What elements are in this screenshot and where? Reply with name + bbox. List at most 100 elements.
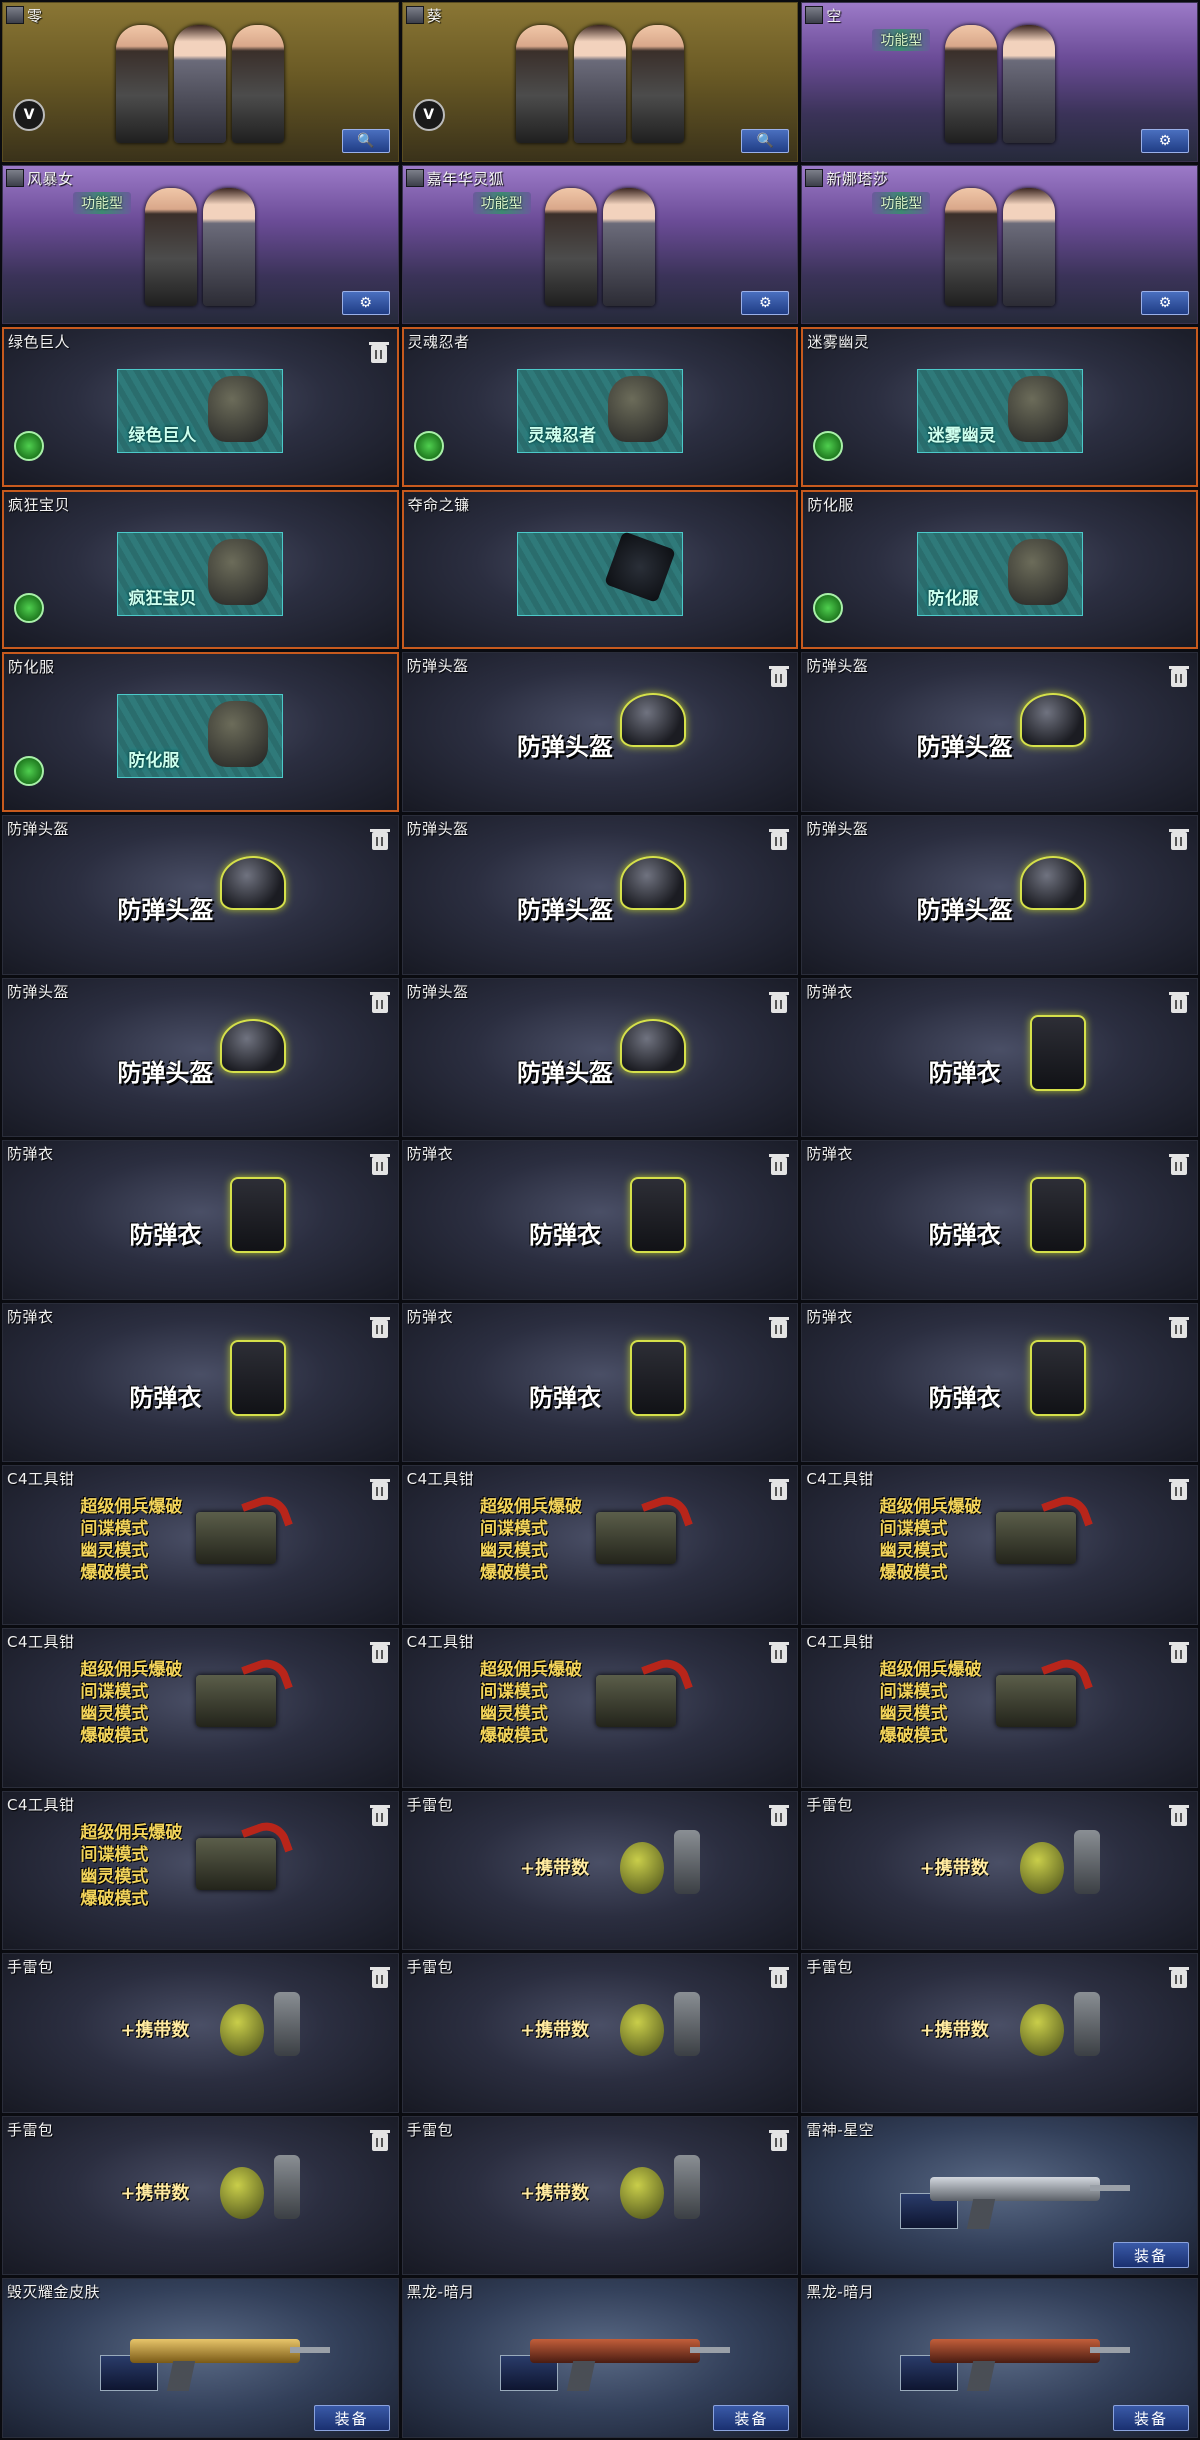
item-card[interactable]: C4工具钳 超级佣兵爆破 间谍模式 幽灵模式 爆破模式 [2,1790,399,1951]
trash-icon[interactable] [769,991,790,1013]
trash-icon[interactable] [769,1154,790,1176]
rank-icon [805,168,824,187]
trash-icon[interactable] [369,1804,390,1826]
search-button[interactable]: 🔍 [741,128,790,153]
trash-icon[interactable] [1168,1804,1189,1826]
rank-icon [405,6,424,24]
item-card[interactable]: 防弹头盔 防弹头盔 [801,815,1198,975]
item-card[interactable]: C4工具钳 超级佣兵爆破 间谍模式 幽灵模式 爆破模式 [401,1465,799,1625]
equip-button[interactable]: 装备 [313,2405,390,2431]
item-card[interactable]: 风暴女 功能型 ⚙ [2,164,399,325]
gear-icon: ⚙ [1158,132,1172,149]
item-card[interactable]: C4工具钳 超级佣兵爆破 间谍模式 幽灵模式 爆破模式 [801,1465,1198,1625]
trash-icon[interactable] [1168,1479,1189,1501]
item-card[interactable]: 防弹衣 防弹衣 [801,1302,1198,1463]
item-card[interactable]: 防弹头盔 防弹头盔 [401,977,799,1138]
trash-icon[interactable] [1168,991,1189,1013]
trash-icon[interactable] [369,1479,390,1501]
item-card[interactable]: 防弹头盔 防弹头盔 [2,977,399,1138]
item-card[interactable]: 手雷包 +携带数 [2,1953,399,2113]
item-card[interactable]: 防弹衣 防弹衣 [2,1140,399,1300]
trash-icon[interactable] [769,1316,790,1338]
trash-icon[interactable] [769,2129,790,2151]
item-card[interactable]: 绿色巨人 绿色巨人 [2,327,399,487]
trash-icon[interactable] [369,991,390,1013]
zombie-mode-icon [813,593,844,624]
item-card[interactable]: 防弹衣 防弹衣 [401,1140,799,1300]
item-card[interactable]: 零 V 🔍 [2,2,399,162]
item-label: 防弹衣 [528,1221,601,1250]
settings-button[interactable]: ⚙ [1140,128,1189,153]
rifle-icon [130,2339,331,2364]
item-card[interactable]: 疯狂宝贝 疯狂宝贝 [2,489,399,650]
item-card[interactable]: 防弹衣 防弹衣 [801,1140,1198,1300]
trash-icon[interactable] [1168,666,1189,688]
trash-icon[interactable] [1168,1316,1189,1338]
trash-icon[interactable] [369,1316,390,1338]
trash-icon[interactable] [769,1479,790,1501]
item-card[interactable]: 防弹衣 防弹衣 [801,977,1198,1138]
item-card[interactable]: 雷神-星空 装备 [801,2115,1198,2276]
equip-button[interactable]: 装备 [1112,2405,1189,2431]
settings-button[interactable]: ⚙ [341,291,390,316]
trash-icon[interactable] [369,1642,390,1663]
trash-icon[interactable] [769,1967,790,1989]
trash-icon[interactable] [769,829,790,850]
character-portrait [203,187,256,306]
item-card[interactable]: 手雷包 +携带数 [2,2115,399,2276]
settings-button[interactable]: ⚙ [1140,291,1189,316]
item-card[interactable]: 手雷包 +携带数 [801,1953,1198,2113]
item-card[interactable]: 空功能型 ⚙ [801,2,1198,162]
item-card[interactable]: 葵 V 🔍 [401,2,799,162]
item-card[interactable]: 防弹衣 防弹衣 [2,1302,399,1463]
item-card[interactable]: 防弹头盔 防弹头盔 [401,652,799,812]
trash-icon[interactable] [769,1804,790,1826]
mode-line: 爆破模式 [879,1726,948,1746]
item-card[interactable]: 手雷包 +携带数 [401,1953,799,2113]
settings-button[interactable]: ⚙ [741,291,790,316]
item-card[interactable]: C4工具钳 超级佣兵爆破 间谍模式 幽灵模式 爆破模式 [2,1465,399,1625]
item-card[interactable]: 黑龙-暗月 装备 [801,2278,1198,2438]
trash-icon[interactable] [1168,829,1189,850]
item-card[interactable]: 夺命之镰 [401,489,799,650]
equip-button[interactable]: 装备 [1112,2242,1189,2269]
item-card[interactable]: 防弹衣 防弹衣 [401,1302,799,1463]
trash-icon[interactable] [368,342,389,364]
item-card[interactable]: 手雷包 +携带数 [401,2115,799,2276]
item-card[interactable]: 灵魂忍者 灵魂忍者 [401,327,799,487]
item-title: 黑龙-暗月 [406,2283,475,2302]
zombie-artwork: 防化服 [117,694,284,779]
item-card[interactable]: C4工具钳 超级佣兵爆破 间谍模式 幽灵模式 爆破模式 [401,1628,799,1788]
item-card[interactable]: C4工具钳 超级佣兵爆破 间谍模式 幽灵模式 爆破模式 [2,1628,399,1788]
vip-badge-icon: V [13,98,45,131]
item-card[interactable]: 防化服 防化服 [2,652,399,812]
item-card[interactable]: C4工具钳 超级佣兵爆破 间谍模式 幽灵模式 爆破模式 [801,1628,1198,1788]
search-button[interactable]: 🔍 [341,128,390,153]
equip-button[interactable]: 装备 [713,2405,790,2431]
item-card[interactable]: 手雷包 +携带数 [801,1790,1198,1951]
trash-icon[interactable] [769,1642,790,1663]
item-card[interactable]: 迷雾幽灵 迷雾幽灵 [801,327,1198,487]
mode-line: 幽灵模式 [479,1541,548,1562]
trash-icon[interactable] [1168,1967,1189,1989]
grenade-icon [619,1992,700,2057]
trash-icon[interactable] [1168,1642,1189,1663]
trash-icon[interactable] [369,1154,390,1176]
trash-icon[interactable] [369,1967,390,1989]
item-card[interactable]: 防弹头盔 防弹头盔 [801,652,1198,812]
item-card[interactable]: 手雷包 +携带数 [401,1790,799,1951]
zombie-creature-icon [208,701,269,768]
item-label: 防弹头盔 [516,1058,613,1087]
trash-icon[interactable] [769,666,790,688]
item-card[interactable]: 黑龙-暗月装备 [401,2278,799,2438]
item-card[interactable]: 新娜塔莎 功能型 ⚙ [801,164,1198,325]
item-card[interactable]: 防弹头盔 防弹头盔 [2,815,399,975]
trash-icon[interactable] [1168,1154,1189,1176]
item-card[interactable]: 毁灭耀金皮肤 装备 [2,2278,399,2438]
character-portrait [1002,187,1055,306]
item-card[interactable]: 防化服 防化服 [801,489,1198,650]
item-card[interactable]: 防弹头盔 防弹头盔 [401,815,799,975]
trash-icon[interactable] [369,829,390,850]
item-card[interactable]: 嘉年华灵狐 功能型 ⚙ [401,164,799,325]
trash-icon[interactable] [369,2129,390,2151]
